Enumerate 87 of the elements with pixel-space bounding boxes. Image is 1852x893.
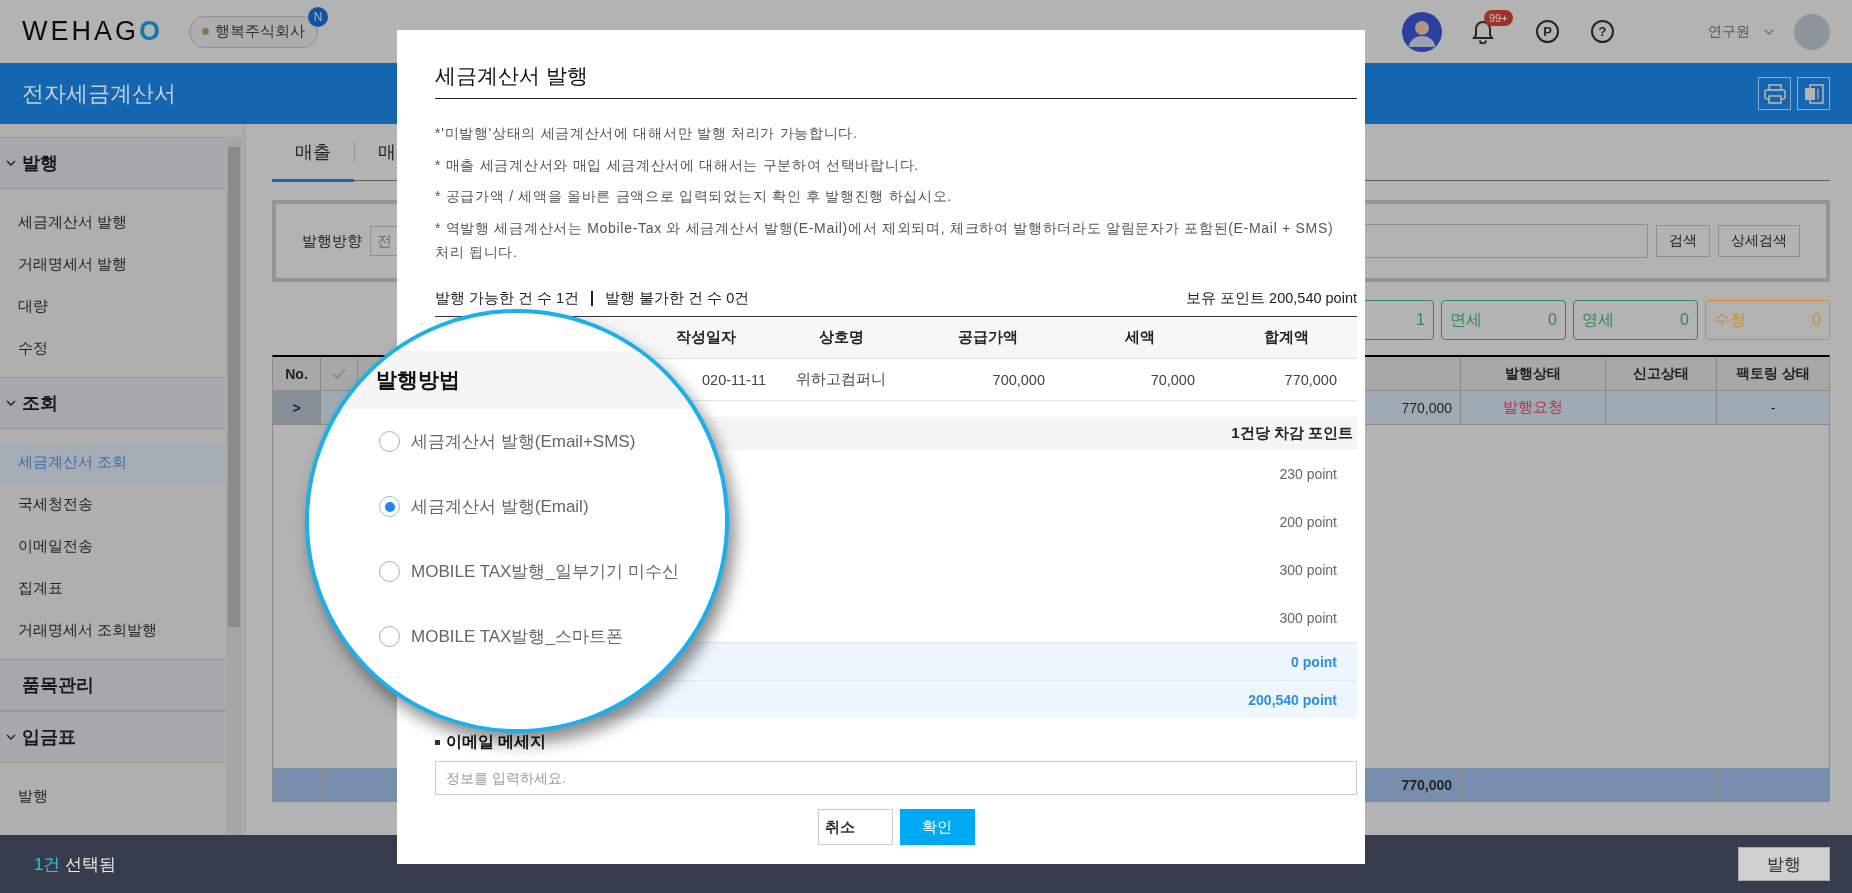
radio-button[interactable] [379,626,400,647]
table-cell: 발행요청 [1461,391,1606,425]
help-button[interactable]: ? [1591,20,1614,43]
notice-text: * 매출 세금계산서와 매입 세금계산서에 대해서는 구분하여 선택바랍니다. [435,155,920,175]
points-value: 300 point [1279,562,1337,578]
status-count: 0 [1548,311,1557,329]
table-cell [273,768,321,802]
tab[interactable]: 매출 [272,124,354,182]
sidebar-section[interactable]: 품목관리 [0,659,225,711]
page-title: 전자세금계산서 [22,79,176,108]
sidebar-item[interactable]: 거래명세서 발행 [0,243,225,285]
email-label: 이메일 메세지 [446,732,547,752]
column-header: 상호명 [817,328,865,347]
search-button[interactable]: 검색 [1656,225,1710,257]
option-label[interactable]: MOBILE TAX발행_스마트폰 [411,625,623,648]
sidebar-section[interactable]: 입금표 [0,711,225,763]
column-header: 공급가액 [956,328,1019,347]
chevron-down-icon [6,160,16,166]
dialog-title: 세금계산서 발행 [435,30,1357,99]
status-label: 면세 [1450,309,1482,330]
points-value: 230 point [1279,466,1337,482]
logo[interactable]: WEHAGO [22,16,164,47]
column-header: 작성일자 [675,328,737,347]
option-label[interactable]: 세금계산서 발행(Email) [411,495,589,518]
table-cell-text: 70,000 [1149,370,1196,390]
method-title: 발행방법 [376,367,460,393]
sidebar-section[interactable]: 발행 [0,137,225,189]
table-cell-text: 위하고컴퍼니 [795,370,887,389]
option-label[interactable]: MOBILE TAX발행_일부기기 미수신 [411,560,679,583]
status-count: 0 [1812,311,1821,329]
scrollbar[interactable] [226,137,242,835]
status-label: 영세 [1582,309,1614,330]
notice-text: *'미발행'상태의 세금계산서에 대해서만 발행 처리가 가능합니다. [435,124,859,143]
column-header: 1건당 차감 포인트 [1231,424,1353,443]
chevron-down-icon [6,734,16,740]
notice-text: * 공급가액 / 세액을 올바른 금액으로 입력되었는지 확인 후 발행진행 하십시오. [435,187,953,206]
avatar-icon[interactable] [1402,11,1442,52]
radio-button[interactable] [379,496,400,517]
status-count: 0 [1680,311,1689,329]
column-header: 합계액 [1262,328,1310,347]
sidebar-item[interactable]: 대량 [0,285,225,327]
remaining-points: 200,540 point [1248,691,1337,708]
print-button[interactable] [1758,77,1791,110]
sidebar-section[interactable]: 조회 [0,377,225,429]
email-message-field[interactable]: 정보를 입력하세요. [435,761,1357,795]
issue-button[interactable]: 발행 [1738,847,1830,881]
spreadsheet-button[interactable] [1797,77,1830,110]
chevron-down-icon[interactable] [1764,28,1774,35]
check-icon[interactable] [332,367,346,380]
points-value: 300 point [1279,610,1337,626]
status-count: 1 [1416,311,1425,329]
sidebar-item[interactable]: 수정 [0,327,225,369]
new-badge: N [308,6,329,27]
points-value: 200 point [1279,514,1337,530]
status-label: 수정 [1714,309,1746,330]
column-header: 세액 [1124,328,1156,347]
search-label: 발행방향 [302,231,362,251]
search-button[interactable]: 상세검색 [1718,225,1800,257]
selected-label: 선택됨 [65,853,117,876]
points-button[interactable]: P [1536,20,1559,43]
option-label[interactable]: 세금계산서 발행(Email+SMS) [411,430,636,453]
table-cell-text: 700,000 [991,370,1046,390]
spreadsheet-icon [1802,82,1825,105]
radio-button[interactable] [379,561,400,582]
tab[interactable]: 매 [355,124,419,182]
notification-badge: 99+ [1484,9,1513,26]
available-count: 발행 가능한 건 수 1건 [435,288,580,308]
expand-toggle[interactable]: > [273,391,321,425]
sidebar-item[interactable]: 세금계산서 발행 [0,201,225,243]
sidebar-item[interactable]: 거래명세서 조회발행 [0,609,225,651]
deducted-points: 0 point [1291,653,1337,670]
cancel-button[interactable]: 취소 [817,809,893,845]
bullet-icon [435,740,440,745]
table-cell-text: 020-11-11 [701,370,767,390]
table-cell: - [1717,391,1829,425]
chevron-down-icon [6,400,16,406]
radio-button[interactable] [379,431,400,452]
unavailable-count: 발행 불가한 건 수 0건 [605,288,750,308]
sidebar-item[interactable]: 집계표 [0,567,225,609]
user-name[interactable]: 연구원 [1708,22,1750,41]
sidebar-item[interactable]: 국세청전송 [0,483,225,525]
notice-text: * 역발행 세금계산서는 Mobile-Tax 와 세금계산서 발행(E-Mail)에서 제외되며, 체크하여 발행하더라도 알림문자가 포함된(E-Mail + SMS) 처리 됩니다. [435,218,1335,262]
table-cell-text: 770,000 [1283,370,1338,390]
sidebar-item[interactable]: 이메일전송 [0,525,225,567]
sidebar-item[interactable]: 발행 [0,775,225,817]
selected-count: 1건 [34,853,61,876]
printer-icon [1763,83,1786,104]
